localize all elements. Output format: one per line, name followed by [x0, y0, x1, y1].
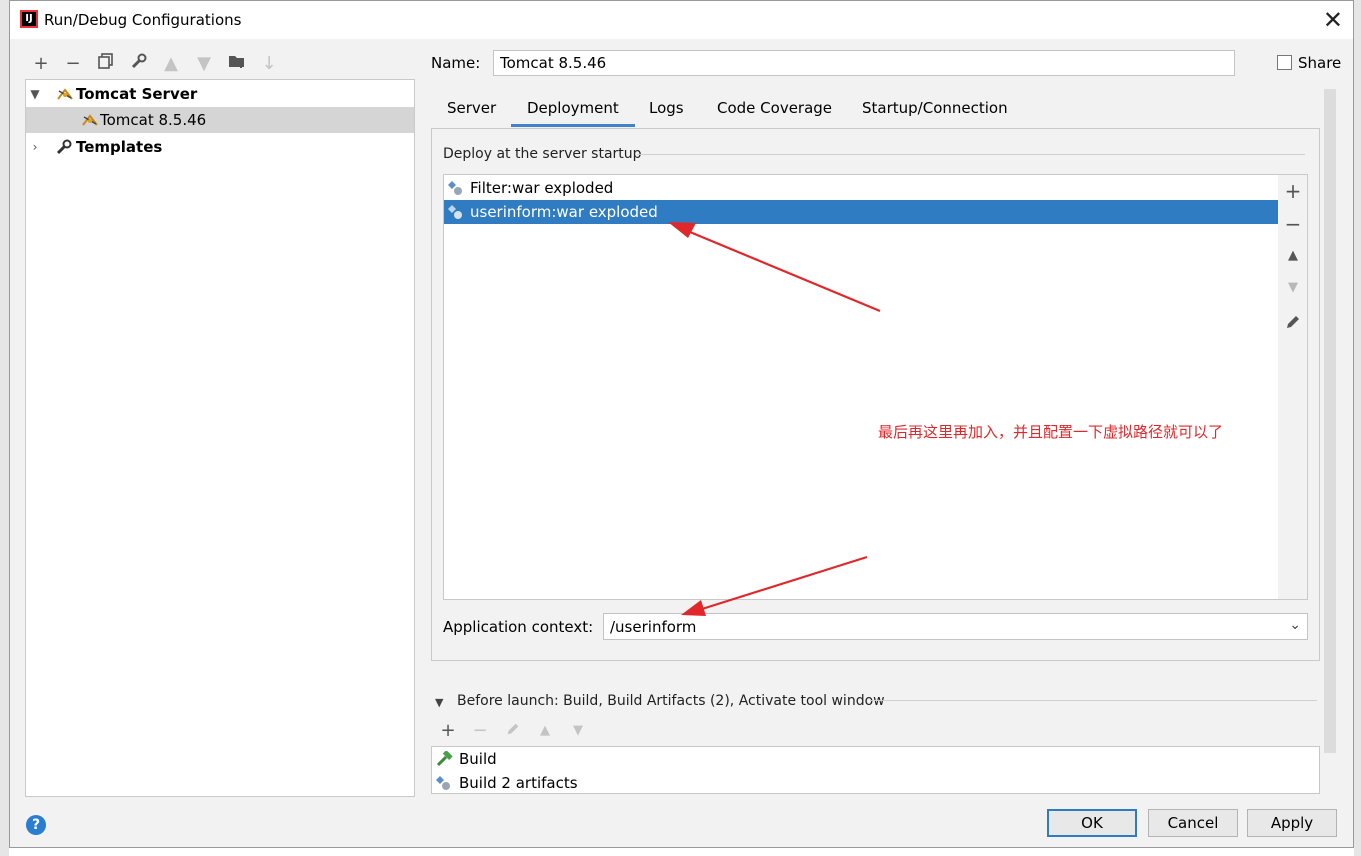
- annotation-arrows: [668, 222, 881, 616]
- annotation-arrow-to-context: [681, 555, 868, 616]
- annotation-arrow-to-list: [668, 222, 881, 313]
